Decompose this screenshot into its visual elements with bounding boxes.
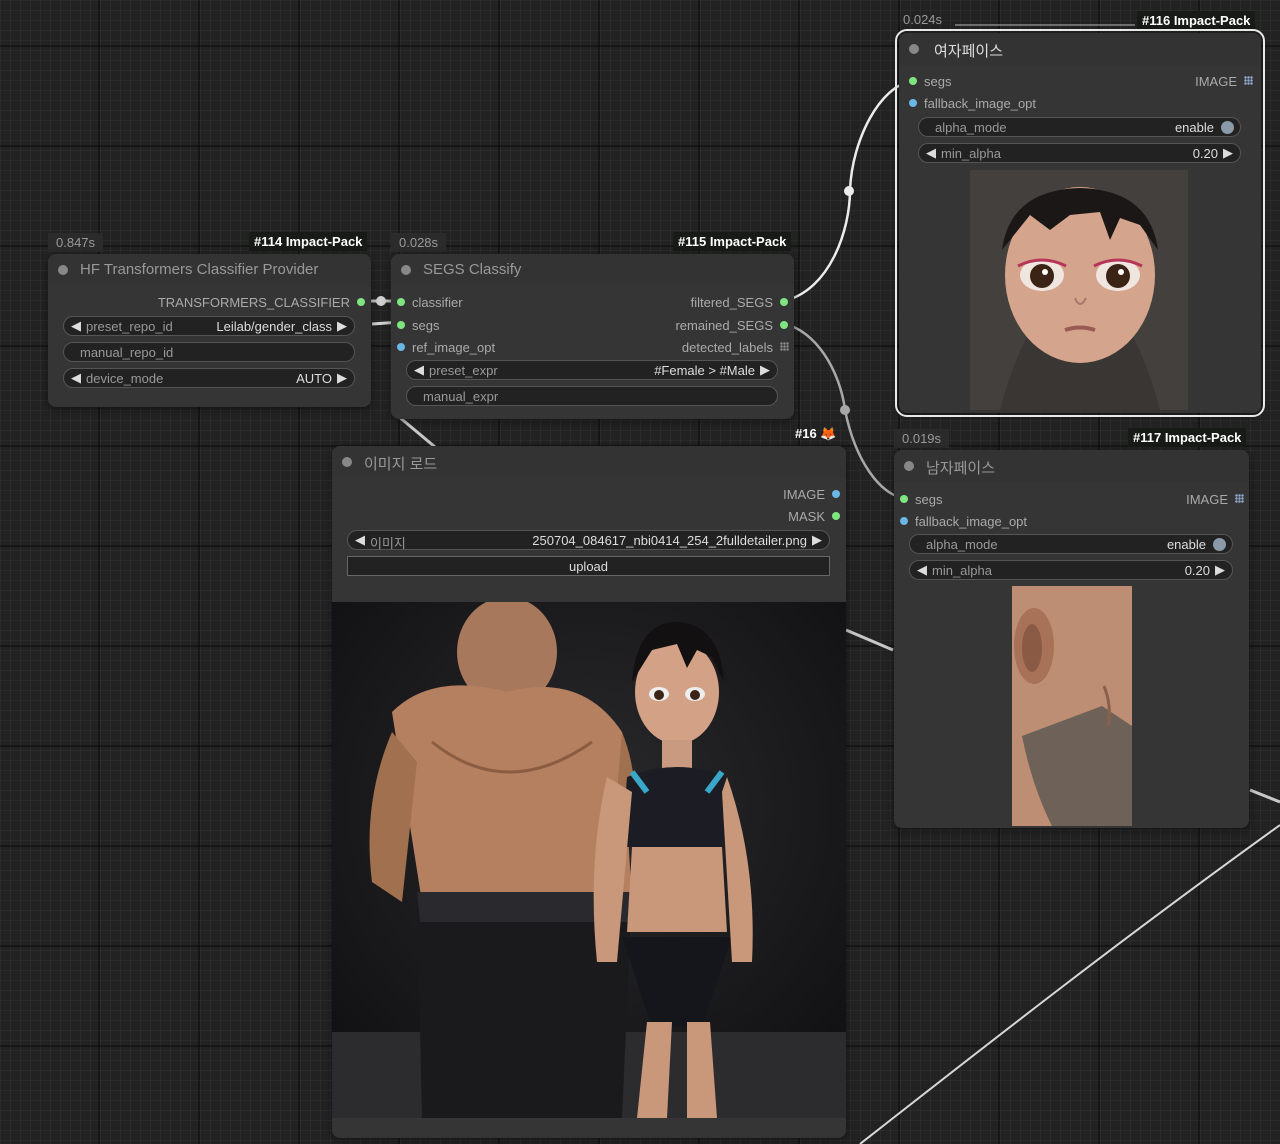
preset-repo-id-combo[interactable]: ◀ preset_repo_id Leilab/gender_class ▶ [63,316,355,336]
arrow-left-icon[interactable]: ◀ [71,370,81,386]
output-pin-image[interactable] [832,490,840,498]
arrow-right-icon[interactable]: ▶ [812,532,822,548]
arrow-left-icon[interactable]: ◀ [926,145,936,161]
input-segs: segs [924,74,952,89]
input-fallback-image-opt: fallback_image_opt [924,96,1037,111]
collapse-dot-icon[interactable] [904,461,914,471]
grid-list-icon[interactable] [1235,494,1244,503]
link-lower-right [859,824,1280,1144]
min-alpha-number[interactable]: ◀ min_alpha 0.20 ▶ [918,143,1241,163]
badge-segs-classify: #115 Impact-Pack [673,232,792,251]
output-pin-filtered[interactable] [780,298,788,306]
badge-male-face: #117 Impact-Pack [1128,428,1247,447]
loaded-image-preview [332,602,846,1118]
manual-repo-id-field[interactable]: manual_repo_id [63,342,355,362]
female-face-preview-image [970,170,1188,410]
node-title: HF Transformers Classifier Provider [80,261,319,278]
arrow-left-icon[interactable]: ◀ [414,362,424,378]
link-male-right [1249,788,1280,804]
preset-expr-combo[interactable]: ◀ preset_expr #Female > #Male ▶ [406,360,778,380]
collapse-dot-icon[interactable] [342,457,352,467]
collapse-dot-icon[interactable] [401,265,411,275]
output-detected-labels: detected_labels [681,340,773,355]
output-remained-segs: remained_SEGS [675,318,773,333]
arrow-left-icon[interactable]: ◀ [355,532,365,548]
output-transformers-classifier: TRANSFORMERS_CLASSIFIER [157,295,350,310]
arrow-right-icon[interactable]: ▶ [760,362,770,378]
alpha-mode-toggle[interactable]: alpha_mode enable [918,117,1241,137]
collapse-dot-icon[interactable] [58,265,68,275]
arrow-right-icon[interactable]: ▶ [337,370,347,386]
node-hf-classifier-provider[interactable]: HF Transformers Classifier Provider TRAN… [48,254,371,407]
manual-expr-field[interactable]: manual_expr [406,386,778,406]
link-image-to-segs [397,414,436,449]
input-segs: segs [412,318,440,333]
output-image: IMAGE [783,487,825,502]
input-pin-ref-image[interactable] [397,343,405,351]
output-pin-remained[interactable] [780,321,788,329]
arrow-right-icon[interactable]: ▶ [337,318,347,334]
node-title: 이미지 로드 [364,456,438,473]
grid-list-icon[interactable] [780,342,789,351]
input-fallback-image-opt: fallback_image_opt [915,514,1028,529]
node-female-face-preview[interactable]: 여자페이스 segs fallback_image_opt IMAGE alph… [895,29,1265,417]
timing-hf: 0.847s [48,233,104,252]
arrow-left-icon[interactable]: ◀ [71,318,81,334]
node-male-face-preview[interactable]: 남자페이스 segs fallback_image_opt IMAGE alph… [894,450,1249,828]
output-filtered-segs: filtered_SEGS [690,295,773,310]
input-segs: segs [915,492,943,507]
output-image: IMAGE [1195,74,1237,89]
device-mode-combo[interactable]: ◀ device_mode AUTO ▶ [63,368,355,388]
min-alpha-number[interactable]: ◀ min_alpha 0.20 ▶ [909,560,1233,580]
node-title: 여자페이스 [934,43,1004,60]
output-mask: MASK [788,509,825,524]
node-header[interactable]: HF Transformers Classifier Provider [48,254,371,286]
image-select-combo[interactable]: ◀ 이미지 250704_084617_nbi0414_254_2fulldet… [347,530,830,551]
output-pin-mask[interactable] [832,512,840,520]
timing-male-face: 0.019s [894,429,950,448]
output-image: IMAGE [1186,492,1228,507]
badge-female-face: #116 Impact-Pack [1137,11,1256,30]
input-pin-fallback[interactable] [909,99,917,107]
node-title: SEGS Classify [423,261,522,278]
badge-hf: #114 Impact-Pack [249,232,368,251]
arrow-left-icon[interactable]: ◀ [917,562,927,578]
arrow-right-icon[interactable]: ▶ [1215,562,1225,578]
badge-load-image: #16 🦊 [795,426,837,441]
input-pin-segs[interactable] [909,77,917,85]
input-pin-segs[interactable] [397,321,405,329]
link-filtered-to-female [783,79,914,303]
input-pin-classifier[interactable] [397,298,405,306]
alpha-mode-toggle[interactable]: alpha_mode enable [909,534,1233,554]
node-load-image[interactable]: 이미지 로드 IMAGE MASK ◀ 이미지 250704_084617_nb… [332,446,846,1138]
male-face-preview-image [1012,586,1132,826]
arrow-right-icon[interactable]: ▶ [1223,145,1233,161]
input-pin-segs[interactable] [900,495,908,503]
node-header[interactable]: SEGS Classify [391,254,794,286]
toggle-knob-icon[interactable] [1213,538,1226,551]
node-header[interactable]: 남자페이스 [894,450,1249,482]
collapse-dot-icon[interactable] [909,44,919,54]
input-ref-image-opt: ref_image_opt [412,340,496,355]
node-header[interactable]: 여자페이스 [899,33,1261,65]
node-header[interactable]: 이미지 로드 [332,446,846,478]
toggle-knob-icon[interactable] [1221,121,1234,134]
link-image-right [845,628,894,652]
node-title: 남자페이스 [926,460,996,477]
grid-list-icon[interactable] [1244,76,1253,85]
timing-segs-classify: 0.028s [391,233,447,252]
input-pin-fallback[interactable] [900,517,908,525]
node-segs-classify[interactable]: SEGS Classify classifier segs ref_image_… [391,254,794,419]
output-pin[interactable] [357,298,365,306]
input-classifier: classifier [412,295,463,310]
timing-female-face: 0.024s [903,12,943,27]
upload-button[interactable]: upload [347,556,830,576]
